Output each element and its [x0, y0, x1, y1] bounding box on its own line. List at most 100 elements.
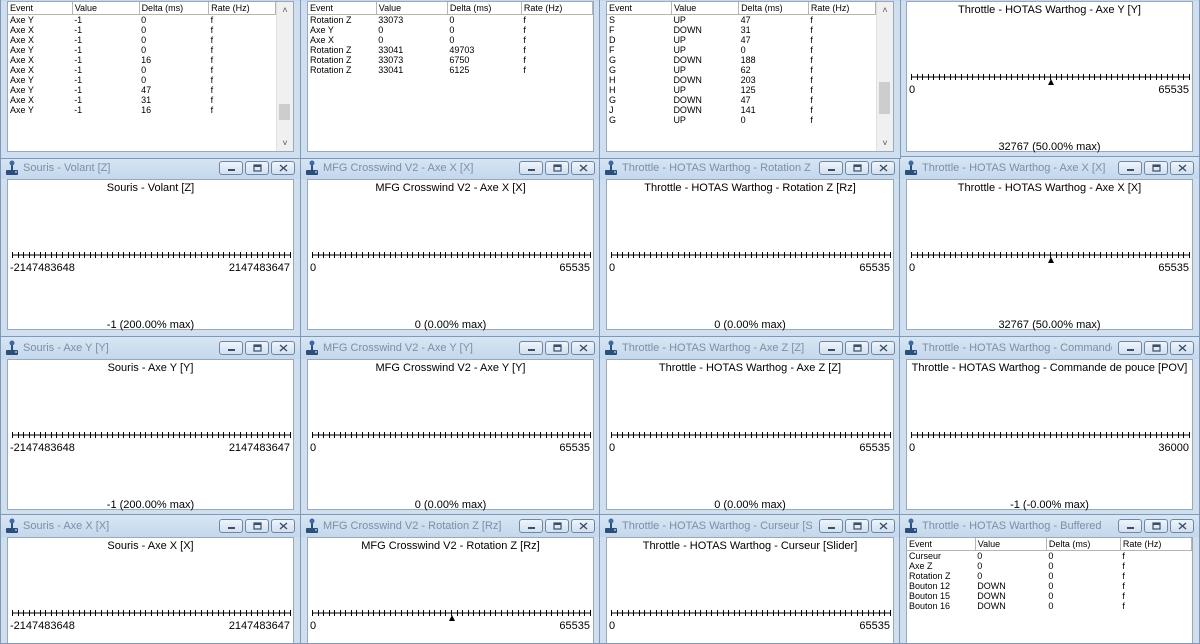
table-row[interactable]: Axe X -1 0 f — [8, 65, 276, 75]
window-titlebar[interactable]: Throttle - HOTAS Warthog - Curseur [Slid… — [600, 515, 900, 537]
axis-window[interactable]: Throttle - HOTAS Warthog - Axe Y [Y] 0 655… — [899, 0, 1200, 159]
axis-window[interactable]: Throttle - HOTAS Warthog - Rotation Z [R… — [599, 156, 901, 337]
table-row[interactable]: F UP 0 f — [607, 45, 876, 55]
table-row[interactable]: Axe X -1 0 f — [8, 35, 276, 45]
minimize-button[interactable] — [519, 519, 543, 533]
table-row[interactable]: Axe Y -1 16 f — [8, 105, 276, 115]
table-row[interactable]: G UP 0 f — [607, 115, 876, 125]
close-button[interactable] — [271, 341, 295, 355]
maximize-button[interactable] — [1144, 519, 1168, 533]
axis-window[interactable]: MFG Crosswind V2 - Rotation Z [Rz] MFG Cr… — [300, 514, 601, 644]
window-titlebar[interactable]: Souris - Volant [Z] — [1, 157, 300, 179]
axis-window[interactable]: Throttle - HOTAS Warthog - Curseur [Slid… — [599, 514, 901, 644]
minimize-button[interactable] — [219, 341, 243, 355]
table-row[interactable]: Axe Z 0 0 f — [907, 561, 1192, 571]
column-header[interactable]: Delta (ms) — [139, 2, 210, 15]
column-header[interactable]: Rate (Hz) — [521, 2, 594, 15]
minimize-button[interactable] — [219, 161, 243, 175]
scroll-down-icon[interactable]: ˅ — [277, 135, 293, 151]
table-row[interactable]: Axe Y -1 0 f — [8, 45, 276, 55]
axis-window[interactable]: Throttle - HOTAS Warthog - Axe Z [Z] Thro… — [599, 336, 901, 517]
close-button[interactable] — [1170, 519, 1194, 533]
table-row[interactable]: Axe Y -1 0 f — [8, 15, 276, 26]
window-titlebar[interactable]: Throttle - HOTAS Warthog - Commande de p… — [900, 337, 1199, 359]
scroll-thumb[interactable] — [879, 82, 890, 114]
minimize-button[interactable] — [519, 161, 543, 175]
window-titlebar[interactable]: MFG Crosswind V2 - Axe Y [Y] — [301, 337, 600, 359]
close-button[interactable] — [871, 161, 895, 175]
table-row[interactable]: G UP 62 f — [607, 65, 876, 75]
table-row[interactable]: Axe X -1 16 f — [8, 55, 276, 65]
scroll-up-icon[interactable]: ˄ — [877, 2, 893, 18]
axis-window[interactable]: MFG Crosswind V2 - Axe Y [Y] MFG Crosswin… — [300, 336, 601, 517]
column-header[interactable]: Rate (Hz) — [1120, 538, 1193, 551]
window-titlebar[interactable]: Throttle - HOTAS Warthog - Buffered — [900, 515, 1199, 537]
maximize-button[interactable] — [245, 161, 269, 175]
column-header[interactable]: Rate (Hz) — [208, 2, 276, 15]
column-header[interactable]: Event — [8, 2, 73, 15]
maximize-button[interactable] — [845, 161, 869, 175]
maximize-button[interactable] — [545, 341, 569, 355]
table-row[interactable]: D UP 47 f — [607, 35, 876, 45]
column-header[interactable]: Value — [376, 2, 448, 15]
table-row[interactable]: Bouton 16 DOWN 0 f — [907, 601, 1192, 611]
window-titlebar[interactable]: Throttle - HOTAS Warthog - Rotation Z [R… — [600, 157, 900, 179]
table-row[interactable]: Rotation Z 33041 6125 f — [308, 65, 593, 75]
axis-window[interactable]: Souris - Axe Y [Y] Souris - Axe Y [Y] -214… — [0, 336, 301, 517]
window-titlebar[interactable]: Throttle - HOTAS Warthog - Axe Z [Z] — [600, 337, 900, 359]
table-row[interactable]: Rotation Z 33073 6750 f — [308, 55, 593, 65]
column-header[interactable]: Delta (ms) — [447, 2, 522, 15]
axis-window[interactable]: Souris - Volant [Z] Souris - Volant [Z] -2… — [0, 156, 301, 337]
minimize-button[interactable] — [1118, 161, 1142, 175]
vertical-scrollbar[interactable]: ˄ ˅ — [876, 2, 893, 151]
minimize-button[interactable] — [1118, 341, 1142, 355]
window-titlebar[interactable]: Souris - Axe X [X] — [1, 515, 300, 537]
maximize-button[interactable] — [545, 519, 569, 533]
column-header[interactable]: Value — [72, 2, 140, 15]
column-header[interactable]: Delta (ms) — [1046, 538, 1121, 551]
table-row[interactable]: G DOWN 47 f — [607, 95, 876, 105]
column-header[interactable]: Value — [975, 538, 1047, 551]
table-row[interactable]: H DOWN 203 f — [607, 75, 876, 85]
axis-window[interactable]: Throttle - HOTAS Warthog - Axe X [X] Thro… — [899, 156, 1200, 337]
table-row[interactable]: Bouton 15 DOWN 0 f — [907, 591, 1192, 601]
axis-window[interactable]: MFG Crosswind V2 - Axe X [X] MFG Crosswin… — [300, 156, 601, 337]
close-button[interactable] — [871, 341, 895, 355]
table-row[interactable]: Rotation Z 33041 49703 f — [308, 45, 593, 55]
table-row[interactable]: Bouton 12 DOWN 0 f — [907, 581, 1192, 591]
scroll-down-icon[interactable]: ˅ — [877, 135, 893, 151]
maximize-button[interactable] — [1144, 161, 1168, 175]
close-button[interactable] — [271, 161, 295, 175]
window-titlebar[interactable]: MFG Crosswind V2 - Rotation Z [Rz] — [301, 515, 600, 537]
event-log-window[interactable]: Event Value Delta (ms) Rate (Hz) S UP 47 f F DOWN… — [599, 0, 901, 159]
column-header[interactable]: Event — [607, 2, 672, 15]
column-header[interactable]: Event — [308, 2, 377, 15]
maximize-button[interactable] — [1144, 341, 1168, 355]
table-row[interactable]: J DOWN 141 f — [607, 105, 876, 115]
scroll-up-icon[interactable]: ˄ — [277, 2, 293, 18]
maximize-button[interactable] — [545, 161, 569, 175]
axis-window[interactable]: Souris - Axe X [X] Souris - Axe X [X] -214… — [0, 514, 301, 644]
table-row[interactable]: Axe Y 0 0 f — [308, 25, 593, 35]
vertical-scrollbar[interactable]: ˄ ˅ — [276, 2, 293, 151]
column-header[interactable]: Event — [907, 538, 976, 551]
window-titlebar[interactable]: Throttle - HOTAS Warthog - Axe X [X] — [900, 157, 1199, 179]
minimize-button[interactable] — [219, 519, 243, 533]
table-row[interactable]: F DOWN 31 f — [607, 25, 876, 35]
minimize-button[interactable] — [819, 519, 843, 533]
event-log-window[interactable]: Event Value Delta (ms) Rate (Hz) Rotation Z3… — [300, 0, 601, 159]
axis-window[interactable]: Throttle - HOTAS Warthog - Commande de p… — [899, 336, 1200, 517]
maximize-button[interactable] — [845, 519, 869, 533]
window-titlebar[interactable]: Souris - Axe Y [Y] — [1, 337, 300, 359]
close-button[interactable] — [571, 341, 595, 355]
table-row[interactable]: Curseur 0 0 f — [907, 551, 1192, 562]
table-row[interactable]: G DOWN 188 f — [607, 55, 876, 65]
minimize-button[interactable] — [819, 341, 843, 355]
window-titlebar[interactable]: MFG Crosswind V2 - Axe X [X] — [301, 157, 600, 179]
table-row[interactable]: Axe X -1 31 f — [8, 95, 276, 105]
table-row[interactable]: Rotation Z 33073 0 f — [308, 15, 593, 26]
maximize-button[interactable] — [245, 341, 269, 355]
maximize-button[interactable] — [845, 341, 869, 355]
minimize-button[interactable] — [519, 341, 543, 355]
minimize-button[interactable] — [1118, 519, 1142, 533]
